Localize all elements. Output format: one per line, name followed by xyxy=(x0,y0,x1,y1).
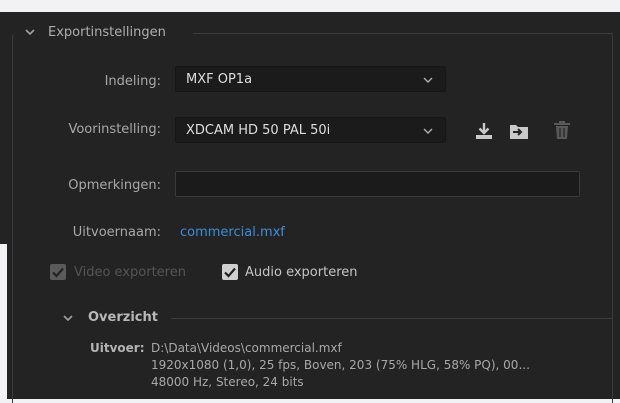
download-icon[interactable] xyxy=(474,121,494,141)
chevron-down-icon[interactable] xyxy=(24,26,36,38)
section-header-export-settings[interactable]: Exportinstellingen xyxy=(24,22,166,42)
output-filename-link[interactable]: commercial.mxf xyxy=(180,225,285,240)
format-label: Indeling: xyxy=(104,74,161,89)
format-value: MXF OP1a xyxy=(186,71,253,87)
preset-value: XDCAM HD 50 PAL 50i xyxy=(186,122,331,138)
output-name-label: Uitvoernaam: xyxy=(72,225,161,240)
import-folder-icon[interactable] xyxy=(509,121,529,141)
trash-icon[interactable] xyxy=(552,120,572,140)
comments-input[interactable] xyxy=(175,171,580,197)
checkmark-icon xyxy=(52,267,64,278)
section-divider xyxy=(193,33,613,34)
summary-output-path: D:\Data\Videos\commercial.mxf xyxy=(151,341,342,355)
summary-title: Overzicht xyxy=(88,310,158,325)
summary-video-details: 1920x1080 (1,0), 25 fps, Boven, 203 (75%… xyxy=(151,358,530,372)
summary-audio-details: 48000 Hz, Stereo, 24 bits xyxy=(151,375,304,389)
summary-divider xyxy=(171,318,613,319)
chevron-down-icon xyxy=(423,128,433,134)
format-dropdown[interactable]: MXF OP1a xyxy=(175,66,446,92)
comments-label: Opmerkingen: xyxy=(68,178,161,193)
audio-export-label: Audio exporteren xyxy=(245,265,358,280)
section-title: Exportinstellingen xyxy=(48,24,166,40)
chevron-down-icon[interactable] xyxy=(62,312,74,324)
video-export-checkbox[interactable] xyxy=(50,264,66,280)
video-export-label: Video exporteren xyxy=(74,265,186,280)
audio-export-checkbox[interactable] xyxy=(222,264,238,280)
summary-output-label: Uitvoer: xyxy=(90,341,145,355)
background-strip xyxy=(0,244,7,399)
chevron-down-icon xyxy=(423,77,433,83)
preset-label: Voorinstelling: xyxy=(68,122,161,137)
summary-header[interactable]: Overzicht xyxy=(62,310,158,325)
checkmark-icon xyxy=(224,267,236,278)
preset-dropdown[interactable]: XDCAM HD 50 PAL 50i xyxy=(175,117,446,143)
